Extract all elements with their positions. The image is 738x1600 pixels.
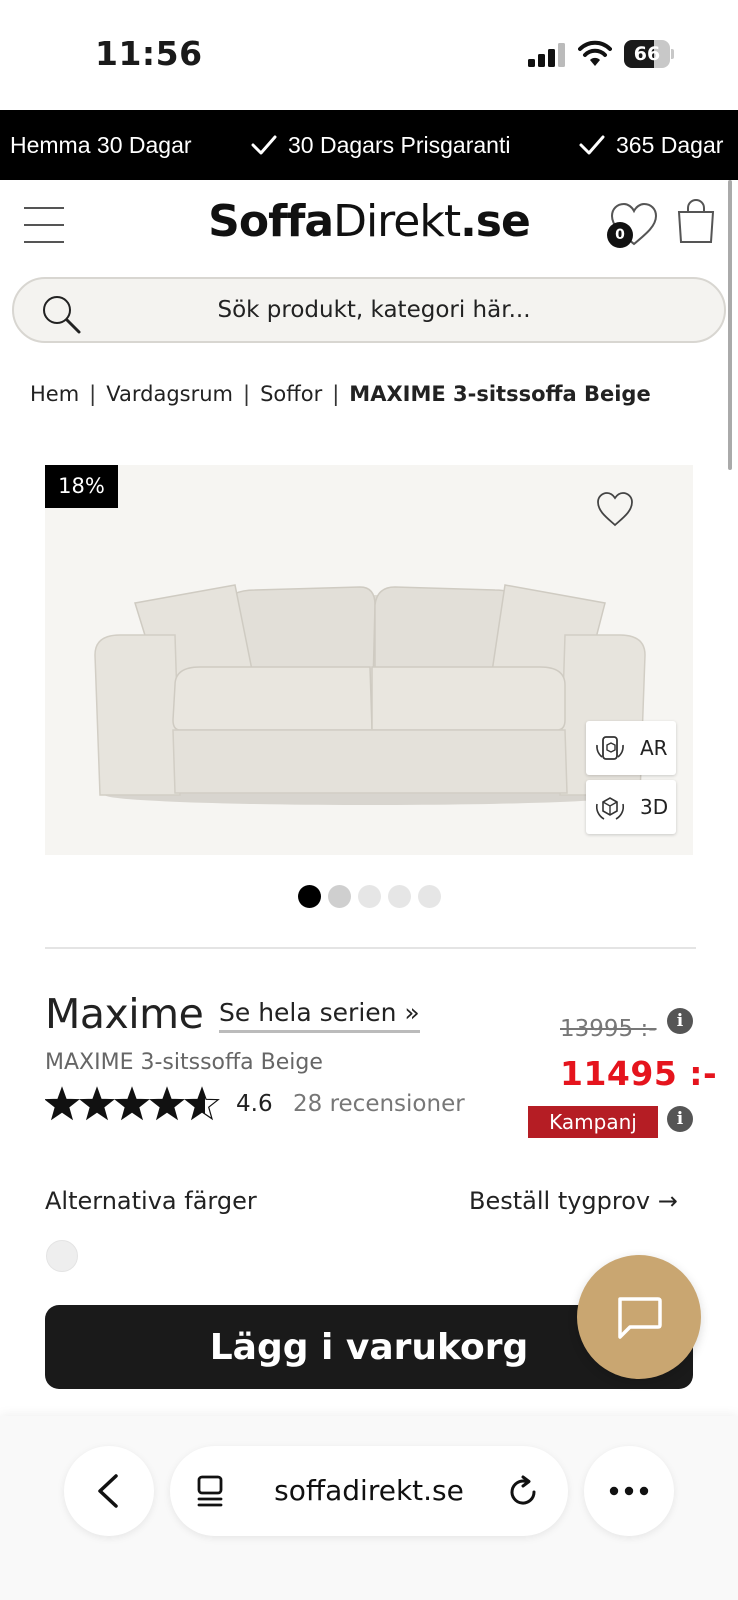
breadcrumb: Hem | Vardagsrum | Soffor | MAXIME 3-sitssoffa… — [30, 382, 651, 406]
rating-star-4 — [149, 1086, 185, 1121]
wifi-icon — [578, 40, 612, 66]
address-bar[interactable]: soffadirekt.se — [170, 1446, 568, 1536]
rating-star-3 — [114, 1086, 150, 1121]
review-count-link[interactable]: 28 recensioner — [293, 1091, 465, 1117]
see-series-link[interactable]: Se hela serien » — [219, 998, 420, 1033]
rating-star-1 — [45, 1086, 80, 1121]
3d-label: 3D — [640, 795, 669, 819]
status-bar: 11:56 66 — [0, 0, 738, 110]
battery-level: 66 — [633, 43, 661, 65]
rating-value: 4.6 — [236, 1091, 273, 1117]
page-scrollbar[interactable] — [728, 180, 732, 470]
sale-price: 11495 :- — [560, 1054, 718, 1093]
chevron-left-icon — [98, 1474, 118, 1508]
ar-view-button[interactable]: AR — [586, 721, 676, 775]
rating-star-2 — [79, 1086, 115, 1121]
search-bar[interactable] — [12, 277, 726, 343]
rating-star-5 — [184, 1086, 220, 1121]
cellular-signal-icon — [528, 43, 565, 67]
promo-item-home-trial: Hemma 30 Dagar — [10, 132, 192, 158]
3d-view-button[interactable]: 3D — [586, 780, 676, 834]
ar-label: AR — [640, 736, 668, 760]
breadcrumb-item-sofas[interactable]: Soffor — [260, 382, 322, 406]
check-icon — [579, 135, 605, 155]
price-info-icon[interactable]: i — [667, 1008, 693, 1034]
site-header: SoffaDirekt.se 0 — [0, 180, 738, 360]
breadcrumb-item-home[interactable]: Hem — [30, 382, 79, 406]
carousel-dot-4[interactable] — [388, 885, 411, 908]
promo-item-price-guarantee: 30 Dagars Prisgaranti — [250, 110, 510, 180]
section-divider — [45, 947, 696, 949]
ar-icon — [596, 736, 624, 760]
discount-badge: 18% — [45, 465, 118, 508]
carousel-dot-1[interactable] — [298, 885, 321, 908]
sofa-image — [94, 584, 646, 805]
more-options-button[interactable] — [584, 1446, 674, 1536]
3d-cube-icon — [595, 797, 625, 820]
color-swatch[interactable] — [46, 1240, 78, 1272]
more-dots-icon — [609, 1486, 649, 1496]
product-image-gallery[interactable]: 18% AR 3D — [45, 465, 693, 855]
reload-icon[interactable] — [506, 1475, 540, 1509]
battery-icon: 66 — [624, 40, 674, 68]
search-input[interactable] — [94, 279, 654, 341]
product-name: Maxime — [45, 990, 204, 1038]
check-icon — [251, 135, 277, 155]
chat-bubble-icon — [618, 1297, 662, 1339]
original-price: 13995 :- — [560, 1016, 657, 1042]
breadcrumb-current: MAXIME 3-sitssoffa Beige — [349, 382, 651, 406]
chat-button[interactable] — [577, 1255, 701, 1379]
campaign-info-icon[interactable]: i — [667, 1106, 693, 1132]
favorite-heart-icon[interactable] — [595, 491, 635, 527]
carousel-dot-5[interactable] — [418, 885, 441, 908]
order-fabric-sample-link[interactable]: Beställ tygprov → — [469, 1187, 678, 1215]
promo-ribbon: Hemma 30 Dagar 30 Dagars Prisgaranti 365… — [0, 110, 738, 180]
rating-stars — [45, 1086, 220, 1121]
promo-item-return: 365 Dagar — [578, 110, 723, 180]
carousel-dot-2[interactable] — [328, 885, 351, 908]
shopping-bag-icon[interactable] — [676, 198, 716, 244]
carousel-dot-3[interactable] — [358, 885, 381, 908]
browser-toolbar: soffadirekt.se — [0, 1416, 738, 1600]
product-subtitle: MAXIME 3-sitssoffa Beige — [45, 1050, 323, 1075]
search-icon — [43, 296, 81, 334]
alternative-colors-label: Alternativa färger — [45, 1187, 257, 1215]
status-time: 11:56 — [95, 34, 203, 73]
campaign-badge: Kampanj — [528, 1106, 658, 1138]
wishlist-count-badge: 0 — [607, 222, 633, 248]
breadcrumb-item-living-room[interactable]: Vardagsrum — [106, 382, 233, 406]
tab-overview-icon[interactable] — [196, 1474, 230, 1508]
back-button[interactable] — [64, 1446, 154, 1536]
